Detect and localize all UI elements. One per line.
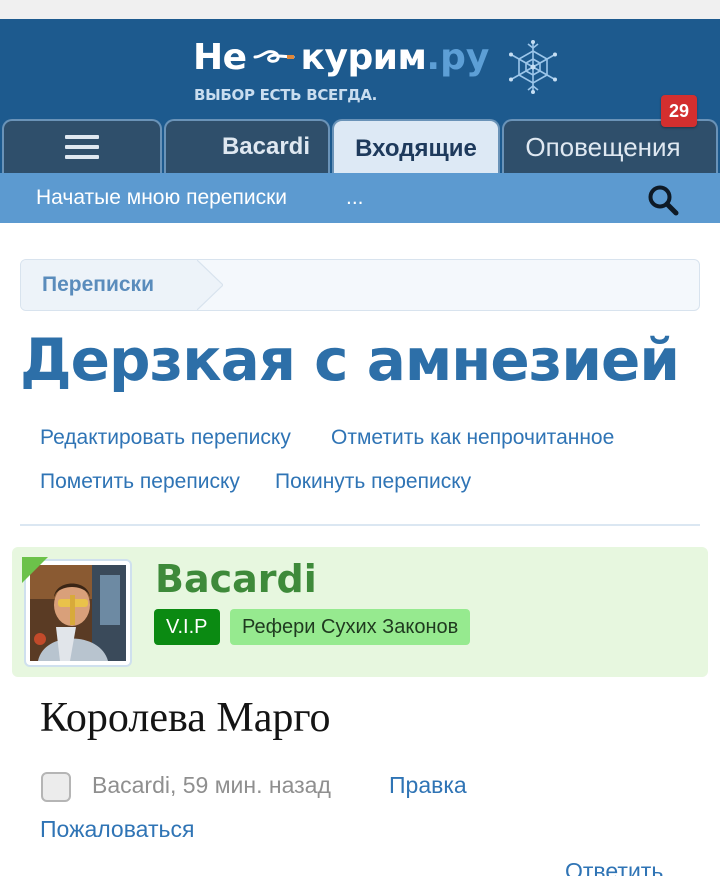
message-author-name[interactable]: Bacardi	[155, 557, 317, 601]
tab-label: Оповещения	[525, 131, 681, 162]
leave-conversation-link[interactable]: Покинуть переписку	[275, 470, 471, 494]
alerts-count-badge[interactable]: 29	[661, 95, 697, 127]
logo-kurim: курим	[300, 36, 427, 78]
started-conversations-link[interactable]: Начатые мною переписки	[36, 173, 287, 223]
message-meta: Bacardi, 59 мин. назад	[92, 772, 331, 798]
message-user-block: Bacardi V.I.P Рефери Сухих Законов	[12, 547, 708, 677]
status-strip	[0, 0, 720, 19]
logo-wordmark: Не курим. ру	[193, 35, 489, 79]
subnav-more-link[interactable]: ...	[346, 173, 364, 223]
logo-ne: Не	[193, 36, 247, 78]
tab-label: Входящие	[355, 135, 477, 162]
logo-ru: ру	[440, 36, 490, 78]
breadcrumb-arrow	[197, 260, 223, 310]
tab-alerts[interactable]: Оповещения	[502, 119, 718, 173]
page-title: Дерзкая с амнезией	[20, 326, 680, 394]
message-edit-link[interactable]: Правка	[389, 772, 467, 799]
site-logo[interactable]: Не курим. ру ВЫБОР ЕСТЬ ВСЕГДА.	[193, 35, 573, 115]
online-indicator-icon	[22, 557, 48, 583]
cigarette-knot-icon	[253, 50, 295, 63]
reply-link[interactable]: Ответить	[565, 858, 663, 876]
breadcrumb: Переписки	[20, 259, 700, 311]
sub-navigation: Начатые мною переписки ...	[0, 173, 720, 223]
edit-conversation-link[interactable]: Редактировать переписку	[40, 426, 291, 450]
logo-tagline: ВЫБОР ЕСТЬ ВСЕГДА.	[194, 86, 378, 104]
tab-bacardi[interactable]: Bacardi	[164, 119, 330, 173]
site-header: Не курим. ру ВЫБОР ЕСТЬ ВСЕГДА. Bacardi …	[0, 19, 720, 223]
vip-banner: V.I.P	[154, 609, 220, 645]
snowflake-icon	[509, 40, 557, 94]
breadcrumb-item-conversations[interactable]: Переписки	[21, 260, 197, 310]
flag-conversation-link[interactable]: Пометить переписку	[40, 470, 240, 494]
message-text: Королева Марго	[40, 695, 331, 741]
tab-inbox[interactable]: Входящие	[332, 119, 500, 173]
hamburger-menu-icon	[65, 135, 99, 159]
role-banner: Рефери Сухих Законов	[230, 609, 471, 645]
logo-dot: .	[426, 36, 441, 78]
main-tabbar: Bacardi Входящие Оповещения	[0, 119, 720, 173]
mark-unread-link[interactable]: Отметить как непрочитанное	[331, 426, 614, 450]
tab-menu[interactable]	[2, 119, 162, 173]
message-select-checkbox[interactable]	[41, 772, 71, 802]
divider	[20, 524, 700, 526]
tab-label: Bacardi	[221, 133, 311, 160]
search-icon[interactable]	[646, 183, 680, 217]
report-link[interactable]: Пожаловаться	[40, 816, 194, 843]
